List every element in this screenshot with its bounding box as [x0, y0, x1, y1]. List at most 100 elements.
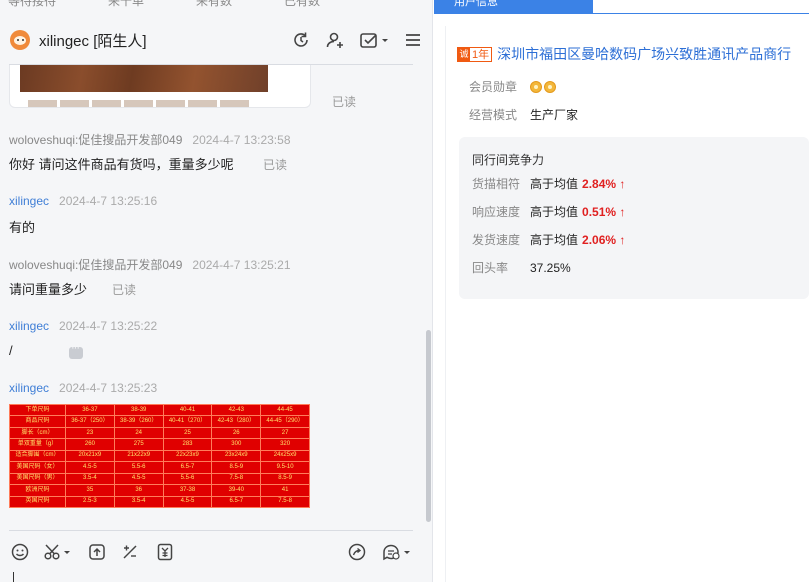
emoji-icon[interactable]: [10, 540, 30, 564]
size-table-cell: 23: [65, 426, 115, 440]
metric-text: 高于均值: [530, 233, 579, 247]
metric-label: 发货速度: [472, 233, 521, 247]
read-status: 已读: [332, 95, 357, 109]
size-table-cell: 3.5-4: [113, 495, 164, 508]
size-table-cell: 3.5-4: [65, 472, 115, 486]
size-table-cell: 欧洲尺码: [9, 484, 66, 497]
size-table-cell: 38-39: [113, 403, 164, 417]
size-table-cell: 22x23x9: [162, 449, 213, 463]
sender-name: xilingec: [9, 319, 50, 333]
size-table-cell: 商品尺码: [9, 415, 66, 428]
share-icon[interactable]: [347, 540, 367, 564]
timestamp: 2024-4-7 13:25:23: [59, 381, 158, 395]
size-table-cell: 42-43: [211, 403, 262, 417]
message-meta: xilingec 2024-4-7 13:25:16: [9, 194, 157, 208]
scrollbar[interactable]: [426, 330, 431, 522]
size-table-cell: 275: [113, 438, 164, 451]
size-table-cell: 2.5-3: [65, 495, 115, 508]
tab-orders[interactable]: 来千单: [108, 0, 144, 8]
size-table-cell: 美国尺码（女）: [9, 461, 66, 474]
divider: [9, 530, 413, 531]
sender-name: woloveshuqi:促佳搜品开发部049: [9, 133, 183, 147]
metric-value: 2.84% ↑: [582, 176, 626, 191]
timestamp: 2024-4-7 13:25:21: [192, 258, 291, 272]
size-table-row: 欧洲尺码 35 36 37-38 39-40 41: [9, 484, 310, 497]
size-table-cell: 44-45（290）: [260, 415, 310, 428]
size-table-row: 商品尺码 36-37（250） 38-39（260） 40-41（270） 42-43（…: [9, 415, 310, 428]
metric-text: 高于均值: [530, 177, 579, 191]
size-table-cell: 4.5-5: [162, 495, 213, 508]
size-table-cell: 英国尺码: [9, 495, 66, 508]
read-status: 已读: [263, 158, 288, 172]
size-table-cell: 40-41（270）: [162, 415, 213, 428]
product-card[interactable]: [9, 65, 311, 108]
size-table-cell: 9.5-10: [260, 461, 310, 474]
add-user-icon[interactable]: [325, 30, 345, 50]
size-chart-image[interactable]: 下单尺码 36-37 38-39 40-41 42-43 44-45 商品尺码 36-37（2…: [9, 403, 310, 508]
size-table-cell: 283: [162, 438, 213, 451]
avatar[interactable]: [10, 30, 30, 50]
metric-row: 响应速度 高于均值 0.51% ↑: [472, 203, 625, 220]
upload-icon[interactable]: [87, 540, 107, 564]
message-meta: woloveshuqi:促佳搜品开发部049 2024-4-7 13:25:21: [9, 256, 291, 273]
size-table-cell: 4.5-5: [113, 472, 164, 486]
metric-label: 回头率: [472, 261, 509, 275]
discount-icon[interactable]: [120, 540, 140, 564]
size-table-cell: 35: [65, 484, 115, 497]
size-table-cell: 42-43（280）: [211, 415, 262, 428]
timestamp: 2024-4-7 13:25:22: [59, 319, 158, 333]
sender-name: xilingec: [9, 194, 50, 208]
size-table-cell: 25: [162, 426, 213, 440]
price-tag-icon[interactable]: [155, 540, 175, 564]
size-table-cell: 21x22x9: [113, 449, 164, 463]
size-table-cell: 脚长（cm）: [9, 426, 66, 440]
refresh-icon[interactable]: [291, 30, 311, 50]
size-table-cell: 260: [65, 438, 115, 451]
menu-icon[interactable]: [403, 30, 423, 50]
size-table-cell: 24: [113, 426, 164, 440]
size-table-cell: 适合脚围（cm）: [9, 449, 66, 463]
quick-reply-icon[interactable]: [381, 540, 413, 564]
membership-year-badge: 诚 1年: [457, 46, 493, 62]
metric-row: 回头率 37.25%: [472, 259, 571, 276]
tab-done[interactable]: 已有数: [284, 0, 320, 8]
size-table-row: 美国尺码（男） 3.5-4 4.5-5 5.5-6 7.5-8 8.5-9: [9, 472, 310, 486]
message-text: 有的: [9, 220, 36, 235]
size-table-cell: 5.5-6: [162, 472, 213, 486]
size-table-row: 下单尺码 36-37 38-39 40-41 42-43 44-45: [9, 403, 310, 417]
message-list[interactable]: 已读 woloveshuqi:促佳搜品开发部049 2024-4-7 13:23:…: [0, 65, 425, 528]
scissors-icon[interactable]: [43, 540, 73, 564]
year-label: 1年: [472, 49, 490, 61]
message-meta: woloveshuqi:促佳搜品开发部049 2024-4-7 13:23:58: [9, 131, 291, 148]
metric-value: 2.06% ↑: [582, 232, 626, 247]
check-task-icon[interactable]: [359, 30, 389, 50]
size-table-cell: 26: [211, 426, 262, 440]
sender-name: woloveshuqi:促佳搜品开发部049: [9, 258, 183, 272]
size-table-cell: 6.5-7: [162, 461, 213, 474]
size-table-cell: 37-38: [162, 484, 213, 497]
company-name-link[interactable]: 深圳市福田区曼哈数码广场兴致胜通讯产品商行: [497, 44, 791, 64]
business-mode-value: 生产厂家: [530, 108, 579, 122]
badge-icon: 诚: [458, 47, 470, 61]
metric-row: 货描相符 高于均值 2.84% ↑: [472, 175, 625, 192]
tab-data[interactable]: 来有数: [196, 0, 232, 8]
chat-panel: 等待接待 来千单 来有数 已有数 xilingec [陌生人] 已读 wolov…: [0, 0, 433, 582]
chat-header: xilingec [陌生人]: [0, 20, 433, 60]
size-table-cell: 5.5-6: [113, 461, 164, 474]
size-table-cell: 27: [260, 426, 310, 440]
text-cursor: [13, 572, 14, 582]
tab-underline: [593, 13, 809, 14]
tab-waiting[interactable]: 等待接待: [8, 0, 56, 8]
size-table-cell: 8.5-9: [211, 461, 262, 474]
size-table-cell: 36: [113, 484, 164, 497]
competitiveness-title: 同行间竞争力: [472, 153, 545, 167]
metric-value: 0.51% ↑: [582, 204, 626, 219]
size-table-cell: 美国尺码（男）: [9, 472, 66, 486]
more-icon[interactable]: [69, 342, 83, 359]
size-table-cell: 41: [260, 484, 310, 497]
size-table-row: 英国尺码 2.5-3 3.5-4 4.5-5 6.5-7 7.5-8: [9, 495, 310, 508]
size-table-cell: 单双重量（g）: [9, 438, 66, 451]
size-table-cell: 4.5-5: [65, 461, 115, 474]
tab-user-info[interactable]: 用户信息: [434, 0, 593, 14]
size-table-cell: 7.5-8: [211, 472, 262, 486]
